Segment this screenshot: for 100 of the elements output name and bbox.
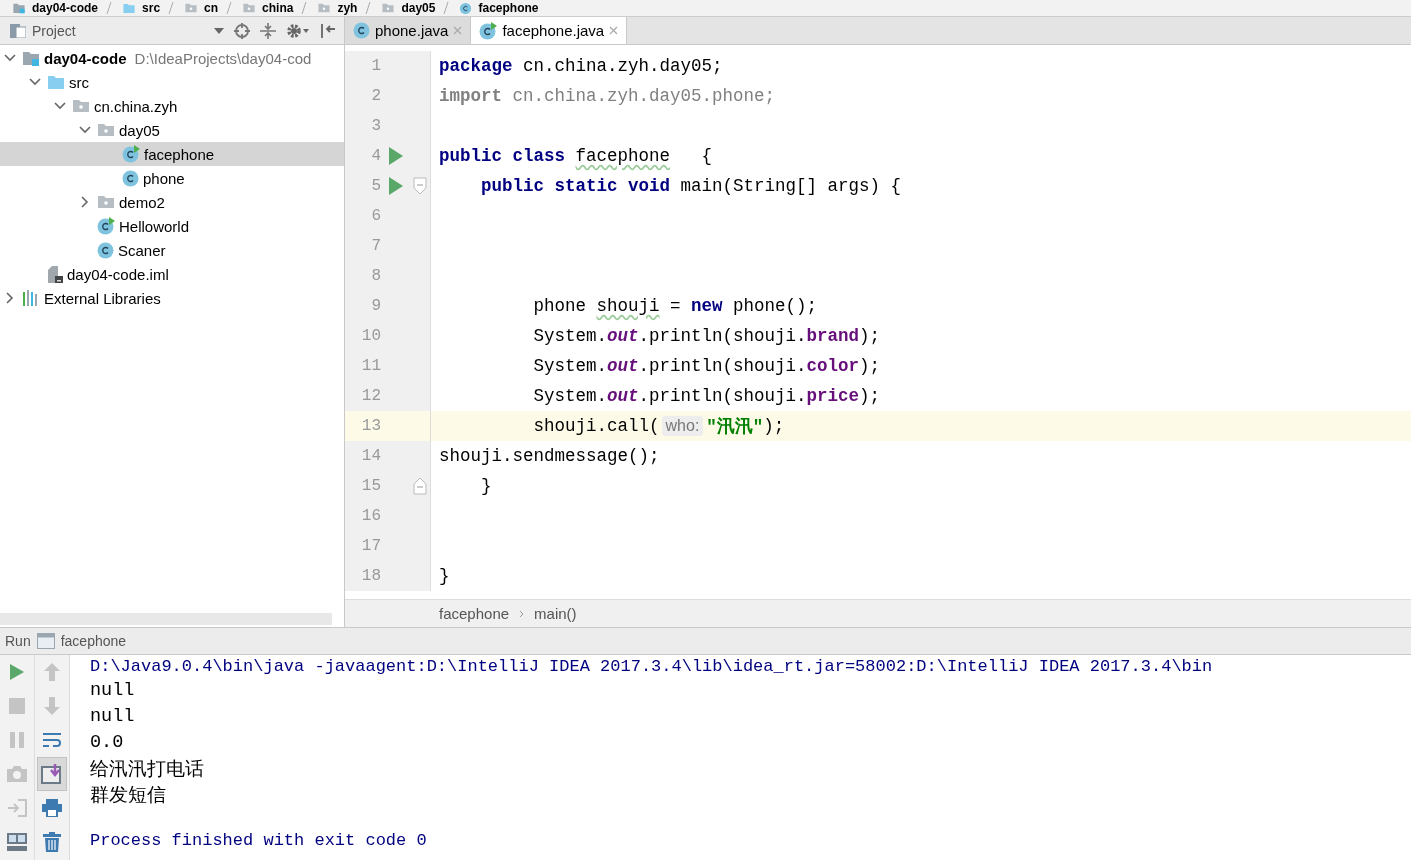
tree-item[interactable]: src — [0, 70, 344, 94]
chevron-down-icon[interactable] — [54, 102, 66, 110]
panel-title: Run — [5, 633, 31, 649]
class-icon — [460, 2, 472, 14]
tree-item[interactable]: External Libraries — [0, 286, 344, 310]
tree-item[interactable]: day05 — [0, 118, 344, 142]
line-number: 7 — [370, 237, 381, 255]
line-number: 8 — [370, 267, 381, 285]
line-number: 10 — [360, 327, 381, 345]
line-number: 5 — [370, 177, 381, 195]
line-number: 9 — [370, 297, 381, 315]
nav-bar-item[interactable]: facephone — [457, 0, 539, 16]
fold-marker-icon[interactable] — [413, 177, 427, 195]
separator-icon — [301, 2, 308, 14]
editor-tab[interactable]: facephone.java — [471, 17, 628, 44]
fold-marker-icon[interactable] — [413, 477, 427, 495]
nav-bar-item[interactable]: cn — [182, 1, 219, 15]
breadcrumb-item[interactable]: main() — [534, 605, 577, 622]
runnable-class-icon — [97, 217, 115, 235]
class-icon — [353, 22, 370, 39]
caret-icon[interactable] — [214, 27, 224, 34]
run-icon[interactable] — [9, 663, 25, 681]
run-icon[interactable] — [389, 147, 403, 165]
package-icon — [382, 3, 395, 13]
chevron-down-icon[interactable] — [29, 78, 41, 86]
tree-item[interactable]: demo2 — [0, 190, 344, 214]
code-line: public class facephone { — [438, 146, 713, 166]
module-folder-icon — [22, 50, 40, 66]
code-line: } — [480, 476, 492, 496]
run-icon[interactable] — [389, 177, 403, 195]
layout-icon[interactable] — [7, 833, 27, 851]
console-line: null — [90, 705, 135, 727]
collapse-icon[interactable] — [260, 22, 276, 39]
line-number: 1 — [370, 57, 381, 75]
tree-item[interactable]: day04-code D:\IdeaProjects\day04-cod — [0, 46, 344, 70]
line-number: 14 — [360, 447, 381, 465]
line-number: 18 — [360, 567, 381, 585]
console-line: null — [90, 679, 135, 701]
code-line: } — [438, 566, 450, 586]
console-line: 0.0 — [90, 731, 124, 753]
chevron-right-icon[interactable] — [81, 196, 89, 208]
trash-icon[interactable] — [43, 832, 61, 852]
code-line: shouji.sendmessage(); — [438, 446, 660, 466]
package-icon — [318, 3, 331, 13]
printer-icon[interactable] — [42, 799, 62, 817]
wrap-icon[interactable] — [42, 731, 62, 749]
nav-bar-item[interactable]: zyh — [315, 1, 358, 15]
package-icon — [72, 99, 90, 113]
scroll-to-end-icon[interactable] — [41, 764, 63, 784]
line-number: 11 — [360, 357, 381, 375]
nav-bar-item[interactable]: day05 — [379, 1, 436, 15]
tree-item[interactable]: phone — [0, 166, 344, 190]
class-icon — [122, 169, 139, 187]
chevron-right-icon — [519, 609, 525, 618]
chevron-down-icon[interactable] — [4, 54, 16, 62]
package-icon — [97, 123, 115, 137]
code-line: System.out.println(shouji.brand); — [532, 326, 881, 346]
code-line: public static void main(String[] args) { — [480, 176, 902, 196]
separator-icon — [443, 2, 450, 14]
chevron-right-icon[interactable] — [6, 292, 14, 304]
package-icon — [97, 195, 115, 209]
tree-item[interactable]: cn.china.zyh — [0, 94, 344, 118]
code-line: shouji.call( who: "汛汛"); — [532, 415, 785, 438]
line-number: 17 — [360, 537, 381, 555]
runnable-class-icon — [122, 145, 140, 163]
tree-item[interactable]: Helloworld — [0, 214, 344, 238]
close-icon[interactable] — [609, 26, 619, 35]
nav-bar-item[interactable]: china — [240, 1, 294, 15]
runnable-class-icon — [479, 21, 498, 40]
chevron-down-icon[interactable] — [79, 126, 91, 134]
folder-icon — [47, 74, 65, 90]
libraries-icon — [22, 290, 40, 306]
code-line: phone shouji = new phone(); — [532, 296, 818, 316]
nav-bar-item[interactable]: src — [120, 0, 161, 16]
separator-icon — [226, 2, 233, 14]
console-line: 群发短信 — [90, 784, 166, 807]
folder-icon — [122, 2, 136, 14]
line-number: 4 — [370, 147, 381, 165]
editor-tab[interactable]: phone.java — [345, 17, 472, 44]
code-line: package cn.china.zyh.day05; — [438, 56, 723, 76]
code-line: import cn.china.zyh.day05.phone; — [438, 86, 776, 106]
file-icon — [47, 265, 63, 283]
package-icon — [242, 3, 256, 13]
settings-icon[interactable] — [286, 22, 310, 39]
module-folder-icon — [12, 2, 26, 14]
nav-bar-item[interactable]: day04-code — [10, 0, 99, 16]
console-line: D:\Java9.0.4\bin\java -javaagent:D:\IntelliJ IDEA 2017.3.4\lib\idea_rt.jar=58002:D:\IntelliJ IDEA 2017.3.4\bin — [90, 656, 1213, 676]
tree-item[interactable]: facephone — [0, 142, 344, 166]
line-number: 15 — [360, 477, 381, 495]
run-config-tab[interactable]: facephone — [60, 633, 127, 649]
project-view-icon — [10, 23, 26, 38]
line-number: 6 — [370, 207, 381, 225]
target-icon[interactable] — [234, 22, 250, 39]
breadcrumb-item[interactable]: facephone — [439, 605, 510, 622]
console-line: Process finished with exit code 0 — [90, 830, 427, 850]
tree-item[interactable]: Scaner — [0, 238, 344, 262]
window-icon — [36, 633, 55, 649]
hide-panel-icon[interactable] — [320, 22, 336, 39]
separator-icon — [168, 2, 175, 14]
tree-item[interactable]: day04-code.iml — [0, 262, 344, 286]
